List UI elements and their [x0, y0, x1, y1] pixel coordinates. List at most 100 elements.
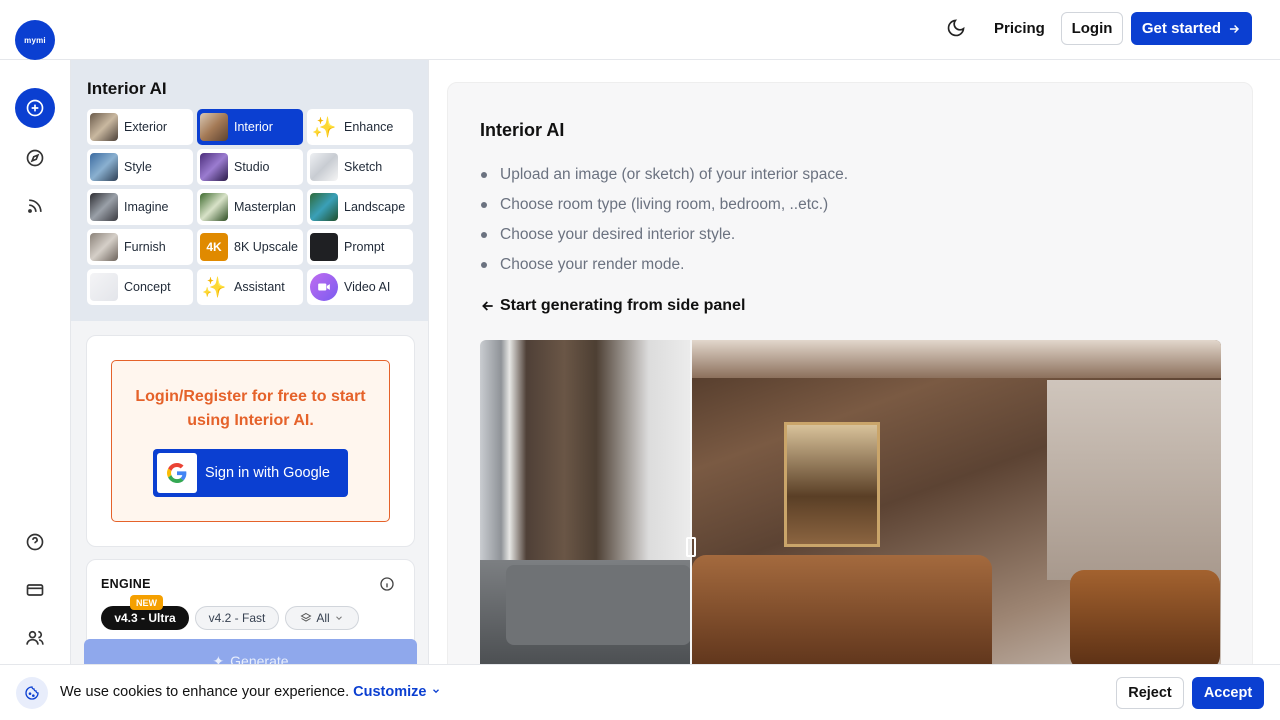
tool-masterplan[interactable]: Masterplan — [197, 189, 303, 225]
arrow-left-icon — [482, 301, 493, 311]
dark-mode-toggle-icon[interactable] — [944, 16, 968, 40]
cookie-text: We use cookies to enhance your experienc… — [60, 684, 350, 700]
start-hint-label: Start generating from side panel — [500, 297, 746, 314]
concept-thumb — [90, 273, 118, 301]
slider-divider[interactable] — [690, 340, 692, 670]
tool-label: Style — [124, 160, 152, 174]
upscale-thumb: 4K — [200, 233, 228, 261]
info-icon[interactable] — [379, 576, 395, 597]
feed-icon[interactable] — [15, 186, 55, 226]
tool-label: Interior — [234, 120, 273, 134]
accept-button[interactable]: Accept — [1192, 677, 1264, 709]
tool-label: Prompt — [344, 240, 385, 254]
tool-label: Exterior — [124, 120, 168, 134]
reject-button[interactable]: Reject — [1116, 677, 1184, 709]
tool-prompt[interactable]: Prompt — [307, 229, 413, 265]
generate-icon: ✦ — [212, 653, 225, 664]
tool-label: Sketch — [344, 160, 383, 174]
slider-handle[interactable] — [686, 537, 696, 557]
sparkle-icon: ✨ — [311, 116, 337, 139]
tool-furnish[interactable]: Furnish — [87, 229, 193, 265]
tool-label: Assistant — [234, 280, 285, 294]
tool-label: Enhance — [344, 120, 394, 134]
tool-label: Video AI — [344, 280, 391, 294]
arrow-right-icon — [1230, 24, 1240, 33]
pricing-link[interactable]: Pricing — [990, 18, 1049, 40]
help-icon[interactable] — [15, 522, 55, 562]
landscape-thumb — [310, 193, 338, 221]
login-button[interactable]: Login — [1061, 12, 1123, 45]
google-signin-label: Sign in with Google — [205, 465, 330, 481]
engine-filter-all[interactable]: All — [285, 606, 359, 630]
users-icon[interactable] — [15, 618, 55, 658]
after-sofa — [692, 555, 992, 670]
top-bar: mymi Pricing Login Get started — [0, 0, 1280, 60]
tool-label: Furnish — [124, 240, 166, 254]
get-started-label: Get started — [1141, 20, 1222, 37]
generate-button[interactable]: ✦ Generate — [84, 639, 417, 664]
tool-8k-upscale[interactable]: 4K 8K Upscale — [197, 229, 303, 265]
before-after-slider[interactable] — [480, 340, 1221, 670]
tool-label: Concept — [124, 280, 171, 294]
engine-label: ENGINE — [101, 577, 151, 591]
imagine-thumb — [90, 193, 118, 221]
prompt-thumb — [310, 233, 338, 261]
instruction-item: Choose your desired interior style. — [480, 223, 848, 253]
sketch-thumb — [310, 153, 338, 181]
after-wall-panel — [1047, 380, 1221, 580]
after-image — [692, 340, 1221, 670]
tool-label: Studio — [234, 160, 270, 174]
masterplan-thumb — [200, 193, 228, 221]
tool-studio[interactable]: Studio — [197, 149, 303, 185]
login-card: Login/Register for free to start using I… — [86, 335, 415, 547]
cookie-banner: We use cookies to enhance your experienc… — [0, 664, 1280, 720]
tool-interior[interactable]: Interior — [197, 109, 303, 145]
exterior-thumb — [90, 113, 118, 141]
tool-video-ai[interactable]: Video AI — [307, 269, 413, 305]
tool-concept[interactable]: Concept — [87, 269, 193, 305]
engine-card: ENGINE v4.3 - Ultra NEW v4.2 - Fast All — [86, 559, 415, 649]
tool-label: Masterplan — [234, 200, 296, 214]
cookie-message: We use cookies to enhance your experienc… — [60, 684, 441, 700]
google-icon — [157, 453, 197, 493]
tool-assistant[interactable]: ✨ Assistant — [197, 269, 303, 305]
side-panel: Interior AI Exterior Interior ✨ Enhance … — [70, 60, 429, 664]
brand-logo[interactable]: mymi — [15, 20, 55, 60]
after-artwork — [784, 422, 880, 547]
instruction-item: Upload an image (or sketch) of your inte… — [480, 163, 848, 193]
main-title: Interior AI — [480, 120, 565, 140]
engine-option-v42[interactable]: v4.2 - Fast — [195, 606, 279, 630]
customize-link[interactable]: Customize — [353, 684, 440, 700]
furnish-thumb — [90, 233, 118, 261]
explore-icon[interactable] — [15, 138, 55, 178]
instruction-item: Choose room type (living room, bedroom, … — [480, 193, 848, 223]
new-badge: NEW — [130, 595, 163, 610]
style-thumb — [90, 153, 118, 181]
panel-title: Interior AI — [87, 79, 167, 98]
get-started-button[interactable]: Get started — [1131, 12, 1252, 45]
login-message: Login/Register for free to start using I… — [135, 388, 366, 429]
after-ceiling — [692, 340, 1221, 378]
google-signin-button[interactable]: Sign in with Google — [153, 449, 348, 497]
tool-imagine[interactable]: Imagine — [87, 189, 193, 225]
tool-exterior[interactable]: Exterior — [87, 109, 193, 145]
studio-thumb — [200, 153, 228, 181]
create-icon[interactable] — [15, 88, 55, 128]
interior-thumb — [200, 113, 228, 141]
main-card: Interior AI Upload an image (or sketch) … — [447, 82, 1253, 682]
tool-landscape[interactable]: Landscape — [307, 189, 413, 225]
tool-enhance[interactable]: ✨ Enhance — [307, 109, 413, 145]
chevron-down-icon — [335, 616, 342, 620]
cookie-icon — [16, 677, 48, 709]
left-rail — [0, 60, 70, 664]
instructions-list: Upload an image (or sketch) of your inte… — [480, 163, 848, 283]
generate-label: Generate — [230, 653, 289, 664]
chevron-down-icon — [432, 689, 439, 694]
sparkle-icon: ✨ — [201, 276, 227, 299]
billing-icon[interactable] — [15, 570, 55, 610]
engine-filter-label: All — [316, 611, 330, 625]
tool-style[interactable]: Style — [87, 149, 193, 185]
login-prompt: Login/Register for free to start using I… — [111, 360, 390, 522]
after-armchair — [1070, 570, 1220, 670]
tool-sketch[interactable]: Sketch — [307, 149, 413, 185]
